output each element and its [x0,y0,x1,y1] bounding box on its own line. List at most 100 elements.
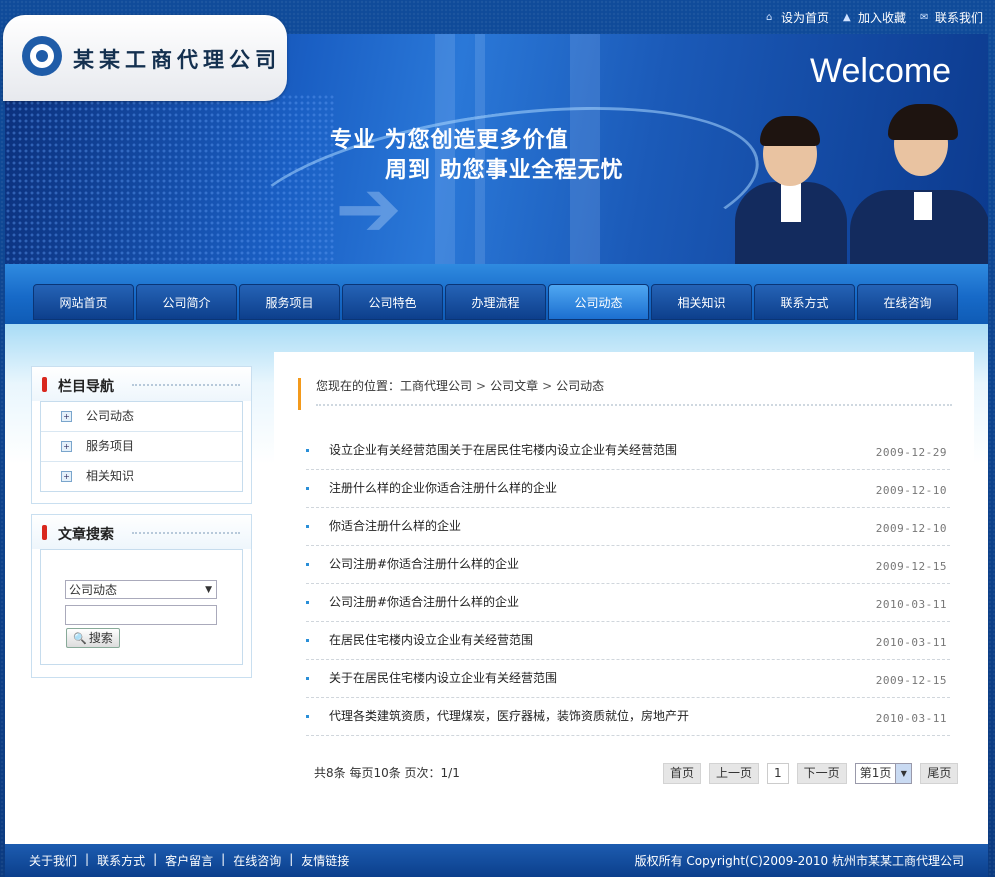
bookmark-icon: ▲ [842,12,851,23]
category-panel-title: 栏目导航 [58,379,114,395]
first-page-button[interactable]: 首页 [663,763,702,784]
bullet-icon [306,639,309,642]
nav-services[interactable]: 服务项目 [239,284,340,320]
article-title[interactable]: 你适合注册什么样的企业 [329,508,461,545]
article-list: 设立企业有关经营范围关于在居民住宅楼内设立企业有关经营范围 2009-12-29 … [306,432,950,736]
search-form: 公司动态 ▼ 🔍 搜索 [40,549,243,665]
company-name: 某某工商代理公司 [73,47,281,72]
footer: 关于我们 | 联系方式 | 客户留言 | 在线咨询 | 友情链接 版权所有 Copyri… [5,844,988,877]
divider [132,532,240,534]
category-item-news[interactable]: + 公司动态 [41,402,242,432]
search-panel: 文章搜索 公司动态 ▼ 🔍 搜索 [31,514,252,678]
article-title[interactable]: 关于在居民住宅楼内设立企业有关经营范围 [329,660,557,697]
breadcrumb-sep: > [542,379,553,393]
bullet-icon [306,525,309,528]
category-list: + 公司动态 + 服务项目 + 相关知识 [40,401,243,492]
nav-process[interactable]: 办理流程 [445,284,546,320]
bullet-icon [306,677,309,680]
article-row[interactable]: 代理各类建筑资质，代理煤炭，医疗器械，装饰资质就位，房地产开 2010-03-11 [306,698,950,736]
article-date: 2009-12-15 [875,674,947,687]
banner-man-image [735,104,855,264]
footer-link-message[interactable]: 客户留言 [165,852,213,869]
category-item-label: 服务项目 [86,439,135,453]
category-item-label: 相关知识 [86,469,135,483]
pager-info: 共8条 每页10条 页次：1/1 [314,766,460,780]
home-icon: ⌂ [765,12,773,23]
plus-icon: + [61,411,72,422]
banner-welcome: Welcome [810,52,952,90]
add-favorite-label: 加入收藏 [857,11,906,25]
breadcrumb-item[interactable]: 公司文章 [490,379,538,393]
search-category-select[interactable]: 公司动态 ▼ [65,580,217,599]
divider [132,384,240,386]
footer-link-consult[interactable]: 在线咨询 [233,852,281,869]
category-item-knowledge[interactable]: + 相关知识 [41,462,242,491]
bullet-icon [306,563,309,566]
thermometer-icon [42,525,47,540]
main-content: 您现在的位置：工商代理公司 > 公司文章 > 公司动态 设立企业有关经营范围关于在居民住… [274,352,974,842]
arrow-graphic-icon: ➔ [335,162,403,255]
prev-page-button[interactable]: 上一页 [709,763,760,784]
article-date: 2010-03-11 [875,598,947,611]
banner-woman-image [840,104,988,264]
article-row[interactable]: 设立企业有关经营范围关于在居民住宅楼内设立企业有关经营范围 2009-12-29 [306,432,950,470]
article-date: 2010-03-11 [875,712,947,725]
logo[interactable]: 某某工商代理公司 [3,15,287,101]
article-row[interactable]: 公司注册#你适合注册什么样的企业 2009-12-15 [306,546,950,584]
contact-us-link[interactable]: ✉ 联系我们 [920,9,983,26]
contact-us-label: 联系我们 [934,11,983,25]
article-title[interactable]: 设立企业有关经营范围关于在居民住宅楼内设立企业有关经营范围 [329,432,677,469]
article-row[interactable]: 关于在居民住宅楼内设立企业有关经营范围 2009-12-15 [306,660,950,698]
breadcrumb-item[interactable]: 工商代理公司 [400,379,472,393]
footer-link-friends[interactable]: 友情链接 [301,852,349,869]
add-favorite-link[interactable]: ▲ 加入收藏 [843,9,906,26]
article-title[interactable]: 代理各类建筑资质，代理煤炭，医疗器械，装饰资质就位，房地产开 [329,698,689,735]
next-page-button[interactable]: 下一页 [796,763,847,784]
nav-home[interactable]: 网站首页 [33,284,134,320]
breadcrumb-prefix: 您现在的位置： [316,379,401,393]
current-page-number[interactable]: 1 [767,763,789,784]
nav-news[interactable]: 公司动态 [548,284,649,320]
page-select[interactable]: 第1页 ▼ [854,763,913,784]
plus-icon: + [61,441,72,452]
main-nav: 网站首页 公司简介 服务项目 公司特色 办理流程 公司动态 相关知识 联系方式 … [5,264,988,324]
article-row[interactable]: 你适合注册什么样的企业 2009-12-10 [306,508,950,546]
last-page-button[interactable]: 尾页 [920,763,959,784]
nav-about[interactable]: 公司简介 [136,284,237,320]
footer-link-contact[interactable]: 联系方式 [97,852,145,869]
footer-sep: | [153,852,158,866]
nav-consult[interactable]: 在线咨询 [857,284,958,320]
article-row[interactable]: 注册什么样的企业你适合注册什么样的企业 2009-12-10 [306,470,950,508]
breadcrumb-item[interactable]: 公司动态 [556,379,604,393]
footer-sep: | [289,852,294,866]
article-title[interactable]: 公司注册#你适合注册什么样的企业 [329,546,519,583]
article-title[interactable]: 注册什么样的企业你适合注册什么样的企业 [329,470,557,507]
breadcrumb-sep: > [476,379,487,393]
article-date: 2010-03-11 [875,636,947,649]
logo-mark-icon [22,36,62,76]
footer-sep: | [221,852,226,866]
article-date: 2009-12-10 [875,484,947,497]
set-homepage-link[interactable]: ⌂ 设为首页 [766,9,829,26]
article-title[interactable]: 公司注册#你适合注册什么样的企业 [329,584,519,621]
divider [316,404,952,406]
article-title[interactable]: 在居民住宅楼内设立企业有关经营范围 [329,622,533,659]
article-row[interactable]: 公司注册#你适合注册什么样的企业 2010-03-11 [306,584,950,622]
search-button[interactable]: 🔍 搜索 [66,628,120,648]
search-button-label: 搜索 [88,631,113,645]
category-panel-header: 栏目导航 [32,367,251,401]
contact-icon: ✉ [919,12,929,23]
category-item-services[interactable]: + 服务项目 [41,432,242,462]
article-date: 2009-12-15 [875,560,947,573]
footer-sep: | [85,852,90,866]
search-keyword-input[interactable] [65,605,217,625]
article-date: 2009-12-29 [875,446,947,459]
bullet-icon [306,449,309,452]
category-panel: 栏目导航 + 公司动态 + 服务项目 + 相关知识 [31,366,252,504]
nav-knowledge[interactable]: 相关知识 [651,284,752,320]
footer-link-about[interactable]: 关于我们 [29,852,77,869]
nav-features[interactable]: 公司特色 [342,284,443,320]
article-row[interactable]: 在居民住宅楼内设立企业有关经营范围 2010-03-11 [306,622,950,660]
top-links: ⌂ 设为首页 ▲ 加入收藏 ✉ 联系我们 [766,9,983,26]
nav-contact[interactable]: 联系方式 [754,284,855,320]
